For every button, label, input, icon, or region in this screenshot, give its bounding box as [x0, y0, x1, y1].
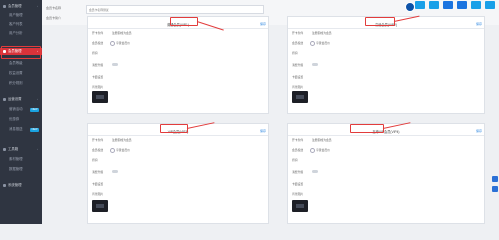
help-button[interactable]: [492, 176, 498, 182]
sidebar-item-toolbox[interactable]: 工具箱 ›: [0, 146, 42, 153]
feedback-button[interactable]: [492, 186, 498, 192]
radio-option[interactable]: [110, 41, 115, 46]
toggle-switch[interactable]: [312, 170, 318, 173]
field-label: 开卡条件: [92, 138, 104, 142]
member-icon: [3, 5, 6, 8]
toggle-switch[interactable]: [112, 63, 118, 66]
sidebar-highlight-box: [1, 46, 41, 59]
field-value: 注册即成为会员: [312, 31, 332, 35]
divider: [288, 135, 484, 136]
field-label: 会员权益: [92, 148, 104, 152]
panel-vip3: VIP会员(VIP3) 保存 开卡条件 注册即成为会员 会员权益 享受会员价 折…: [87, 123, 269, 224]
field-label: 折扣: [292, 158, 298, 162]
sidebar-item-customer-list[interactable]: 客户列表: [0, 21, 42, 28]
field-label: 消费升级: [92, 170, 104, 174]
field-value: 注册即成为会员: [312, 138, 332, 142]
sidebar-item-member-level[interactable]: 会员等级: [0, 60, 42, 67]
panel-vip1: 普通会员(VIP1) 保存 开卡条件 注册即成为会员 会员权益 享受会员价 折扣…: [87, 16, 269, 114]
divider: [88, 28, 268, 29]
field-label: 卡面设置: [92, 75, 104, 79]
toggle-switch[interactable]: [112, 170, 118, 173]
sidebar-item-push[interactable]: 消息推送 NEW: [0, 126, 42, 133]
toolbox-icon: [3, 148, 6, 151]
title-highlight-box: [160, 124, 188, 133]
floating-action-button[interactable]: [405, 2, 415, 12]
field-label: 背景图片: [92, 85, 104, 89]
toolbar-button[interactable]: [457, 1, 467, 9]
field-label: 会员权益: [292, 148, 304, 152]
field-label: 开卡条件: [292, 138, 304, 142]
field-label: 卡面设置: [292, 75, 304, 79]
field-label: 背景图片: [92, 192, 104, 196]
title-highlight-box: [365, 17, 395, 26]
field-label: 消费升级: [292, 170, 304, 174]
field-value: 享受会员价: [116, 148, 130, 152]
save-link[interactable]: 保存: [260, 129, 266, 133]
field-value: 享受会员价: [316, 148, 330, 152]
title-highlight-box: [170, 17, 198, 26]
sidebar: 会员管理 › 用户管理 客户列表 用户分析 会员管理 › 会员等级 权益设置 积分规…: [0, 0, 42, 224]
field-label: 背景图片: [292, 85, 304, 89]
save-link[interactable]: 保存: [476, 22, 482, 26]
sidebar-item-materials[interactable]: 素材管理: [0, 156, 42, 163]
panel-vip4: 至尊VIP会员(VIP4) 保存 开卡条件 注册即成为会员 会员权益 享受会员价…: [287, 123, 485, 224]
radio-option[interactable]: [310, 41, 315, 46]
field-label: 折扣: [92, 51, 98, 55]
card-intro-label: 会员卡简介: [46, 16, 62, 20]
sidebar-item-member-mgmt[interactable]: 会员管理 ›: [0, 3, 42, 10]
toggle-switch[interactable]: [312, 63, 318, 66]
field-label: 消费升级: [92, 63, 104, 67]
field-label: 折扣: [292, 51, 298, 55]
field-value: 注册即成为会员: [112, 31, 132, 35]
new-badge: NEW: [30, 127, 39, 132]
settings-icon: [3, 184, 6, 187]
card-background-image[interactable]: [292, 200, 308, 212]
field-label: 卡面设置: [92, 182, 104, 186]
divider: [88, 135, 268, 136]
field-label: 消费升级: [292, 63, 304, 67]
toolbar-button[interactable]: [429, 1, 439, 9]
field-value: 享受会员价: [116, 41, 130, 45]
title-highlight-box: [350, 124, 384, 133]
toolbar-button[interactable]: [485, 1, 495, 9]
sidebar-item-coupons[interactable]: 优惠券: [0, 116, 42, 123]
radio-option[interactable]: [310, 148, 315, 153]
save-link[interactable]: 保存: [260, 22, 266, 26]
field-value: 享受会员价: [316, 41, 330, 45]
field-label: 卡面设置: [292, 182, 304, 186]
field-label: 会员权益: [292, 41, 304, 45]
toolbar-button[interactable]: [443, 1, 453, 9]
toolbar-button[interactable]: [415, 1, 425, 9]
panel-title: 至尊VIP会员(VIP4): [372, 130, 400, 134]
card-background-image[interactable]: [292, 91, 308, 103]
panel-vip2: 高级会员(VIP2) 保存 开卡条件 注册即成为会员 会员权益 享受会员价 折扣…: [287, 16, 485, 114]
field-value: 注册即成为会员: [112, 138, 132, 142]
field-label: 背景图片: [292, 192, 304, 196]
save-link[interactable]: 保存: [476, 129, 482, 133]
card-background-image[interactable]: [92, 91, 108, 103]
sidebar-item-points[interactable]: 积分规则: [0, 80, 42, 87]
sidebar-item-operations[interactable]: 运营设置 ›: [0, 96, 42, 103]
card-background-image[interactable]: [92, 200, 108, 212]
chevron-right-icon: ›: [37, 147, 38, 151]
chevron-right-icon: ›: [37, 97, 38, 101]
field-label: 开卡条件: [92, 31, 104, 35]
card-name-input[interactable]: 会员卡名称测试: [86, 5, 264, 14]
operations-icon: [3, 98, 6, 101]
sidebar-item-user-analysis[interactable]: 用户分析: [0, 30, 42, 37]
card-name-label: 会员卡名称: [46, 6, 62, 10]
sidebar-item-campaigns[interactable]: 营销活动 NEW: [0, 106, 42, 113]
new-badge: NEW: [30, 107, 39, 112]
sidebar-item-benefits[interactable]: 权益设置: [0, 70, 42, 77]
field-label: 开卡条件: [292, 31, 304, 35]
chevron-right-icon: ›: [37, 4, 38, 8]
toolbar-button[interactable]: [471, 1, 481, 9]
sidebar-item-data[interactable]: 数据管理: [0, 166, 42, 173]
divider: [288, 28, 484, 29]
sidebar-item-system[interactable]: 系统管理: [0, 182, 42, 189]
field-label: 折扣: [92, 158, 98, 162]
field-label: 会员权益: [92, 41, 104, 45]
sidebar-item-user-mgmt[interactable]: 用户管理: [0, 12, 42, 19]
radio-option[interactable]: [110, 148, 115, 153]
